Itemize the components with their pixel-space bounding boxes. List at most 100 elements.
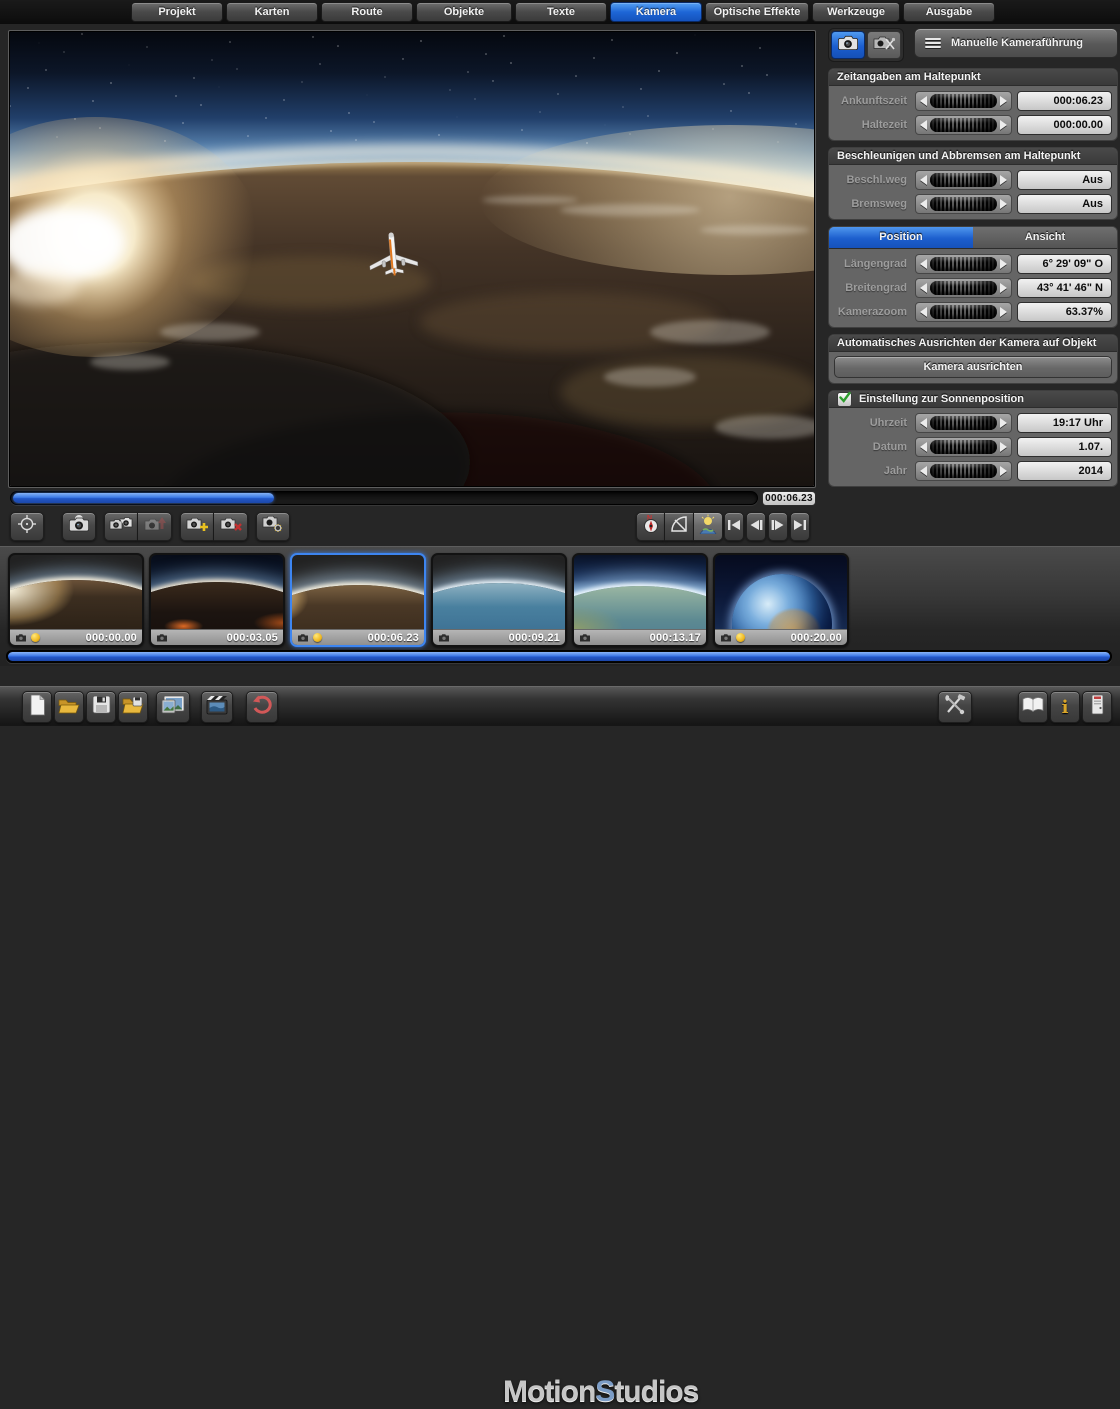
tab-objekte[interactable]: Objekte — [416, 2, 512, 22]
keyframe-thumbnail-4[interactable]: 000:09.21 — [431, 553, 567, 647]
beschlweg-stepper[interactable] — [915, 170, 1012, 190]
camera-guidance-mode-button[interactable]: Manuelle Kameraführung — [914, 28, 1118, 58]
target-mode-button[interactable] — [10, 512, 44, 541]
tab-werkzeuge[interactable]: Werkzeuge — [812, 2, 900, 22]
angle-button[interactable] — [665, 512, 694, 541]
decrement-arrow-icon[interactable] — [920, 199, 927, 209]
laengengrad-value[interactable]: 6° 29' 09" O — [1017, 254, 1112, 274]
last-point-button[interactable] — [790, 512, 810, 541]
sun-position-button[interactable] — [694, 512, 723, 541]
open-project-button[interactable] — [54, 691, 84, 723]
first-point-button[interactable] — [724, 512, 744, 541]
tab-route[interactable]: Route — [321, 2, 413, 22]
kamerazoom-roller[interactable] — [930, 305, 997, 319]
increment-arrow-icon[interactable] — [1000, 96, 1007, 106]
decrement-arrow-icon[interactable] — [920, 259, 927, 269]
decrement-arrow-icon[interactable] — [920, 442, 927, 452]
kamerazoom-value[interactable]: 63.37% — [1017, 302, 1112, 322]
viewport-progress-track[interactable] — [10, 491, 758, 505]
haltezeit-stepper[interactable] — [915, 115, 1012, 135]
tab-optische-effekte[interactable]: Optische Effekte — [705, 2, 809, 22]
decrement-arrow-icon[interactable] — [920, 307, 927, 317]
tools-button[interactable] — [938, 691, 972, 723]
add-camera-button[interactable] — [180, 512, 214, 541]
increment-arrow-icon[interactable] — [1000, 466, 1007, 476]
info-button[interactable]: i — [1050, 691, 1080, 723]
decrement-arrow-icon[interactable] — [920, 466, 927, 476]
beschlweg-value[interactable]: Aus — [1017, 170, 1112, 190]
compass-button[interactable]: N — [636, 512, 665, 541]
decrement-arrow-icon[interactable] — [920, 120, 927, 130]
image-export-button[interactable] — [156, 691, 190, 723]
delete-camera-button[interactable] — [214, 512, 248, 541]
new-project-button[interactable] — [22, 691, 52, 723]
increment-arrow-icon[interactable] — [1000, 418, 1007, 428]
camera-tools-mode-button[interactable] — [867, 31, 901, 59]
save-project-button[interactable] — [86, 691, 116, 723]
increment-arrow-icon[interactable] — [1000, 442, 1007, 452]
decrement-arrow-icon[interactable] — [920, 175, 927, 185]
jahr-stepper[interactable] — [915, 461, 1012, 481]
decrement-arrow-icon[interactable] — [920, 283, 927, 293]
bremsweg-stepper[interactable] — [915, 194, 1012, 214]
jahr-value[interactable]: 2014 — [1017, 461, 1112, 481]
uhrzeit-value[interactable]: 19:17 Uhr — [1017, 413, 1112, 433]
haltezeit-roller[interactable] — [930, 118, 997, 132]
uhrzeit-roller[interactable] — [930, 416, 997, 430]
exit-button[interactable] — [1082, 691, 1112, 723]
keyframe-thumbnail-6[interactable]: 000:20.00 — [713, 553, 849, 647]
kamera-ausrichten-button[interactable]: Kamera ausrichten — [834, 356, 1112, 378]
tab-ansicht[interactable]: Ansicht — [973, 227, 1117, 248]
increment-arrow-icon[interactable] — [1000, 120, 1007, 130]
ankunftszeit-stepper[interactable] — [915, 91, 1012, 111]
camera-pair-button[interactable] — [104, 512, 138, 541]
datum-roller[interactable] — [930, 440, 997, 454]
increment-arrow-icon[interactable] — [1000, 259, 1007, 269]
previous-point-button[interactable] — [746, 512, 766, 541]
increment-arrow-icon[interactable] — [1000, 199, 1007, 209]
undo-button[interactable] — [246, 691, 278, 723]
laengengrad-stepper[interactable] — [915, 254, 1012, 274]
beschlweg-roller[interactable] — [930, 173, 997, 187]
tab-projekt[interactable]: Projekt — [131, 2, 223, 22]
breitengrad-roller[interactable] — [930, 281, 997, 295]
next-point-button[interactable] — [768, 512, 788, 541]
tab-position[interactable]: Position — [829, 227, 973, 248]
timeline-scrollbar[interactable] — [6, 650, 1112, 663]
tab-karten[interactable]: Karten — [226, 2, 318, 22]
save-project-as-button[interactable] — [118, 691, 148, 723]
uhrzeit-stepper[interactable] — [915, 413, 1012, 433]
video-preview-button[interactable] — [201, 691, 233, 723]
ankunftszeit-roller[interactable] — [930, 94, 997, 108]
tab-texte[interactable]: Texte — [515, 2, 607, 22]
preview-viewport[interactable] — [8, 30, 816, 488]
bremsweg-roller[interactable] — [930, 197, 997, 211]
decrement-arrow-icon[interactable] — [920, 96, 927, 106]
manual-camera-mode-button[interactable] — [831, 31, 865, 59]
tab-kamera[interactable]: Kamera — [610, 2, 702, 22]
manual-button[interactable] — [1018, 691, 1048, 723]
keyframe-thumbnail-5[interactable]: 000:13.17 — [572, 553, 708, 647]
increment-arrow-icon[interactable] — [1000, 283, 1007, 293]
breitengrad-stepper[interactable] — [915, 278, 1012, 298]
haltezeit-value[interactable]: 000:00.00 — [1017, 115, 1112, 135]
keyframe-thumbnail-3[interactable]: 000:06.23 — [290, 553, 426, 647]
keyframe-thumbnail-2[interactable]: 000:03.05 — [149, 553, 285, 647]
tab-ausgabe[interactable]: Ausgabe — [903, 2, 995, 22]
timeline-scrollbar-thumb[interactable] — [8, 652, 1110, 661]
datum-stepper[interactable] — [915, 437, 1012, 457]
bremsweg-value[interactable]: Aus — [1017, 194, 1112, 214]
viewport-progress-fill[interactable] — [13, 493, 274, 503]
camera-up-button[interactable] — [138, 512, 172, 541]
datum-value[interactable]: 1.07. — [1017, 437, 1112, 457]
increment-arrow-icon[interactable] — [1000, 175, 1007, 185]
viewport-scene[interactable] — [10, 32, 814, 486]
kamerazoom-stepper[interactable] — [915, 302, 1012, 322]
ankunftszeit-value[interactable]: 000:06.23 — [1017, 91, 1112, 111]
breitengrad-value[interactable]: 43° 41' 46" N — [1017, 278, 1112, 298]
sonnenposition-checkbox[interactable] — [837, 392, 852, 407]
record-camera-button[interactable] — [62, 512, 96, 541]
jahr-roller[interactable] — [930, 464, 997, 478]
laengengrad-roller[interactable] — [930, 257, 997, 271]
increment-arrow-icon[interactable] — [1000, 307, 1007, 317]
